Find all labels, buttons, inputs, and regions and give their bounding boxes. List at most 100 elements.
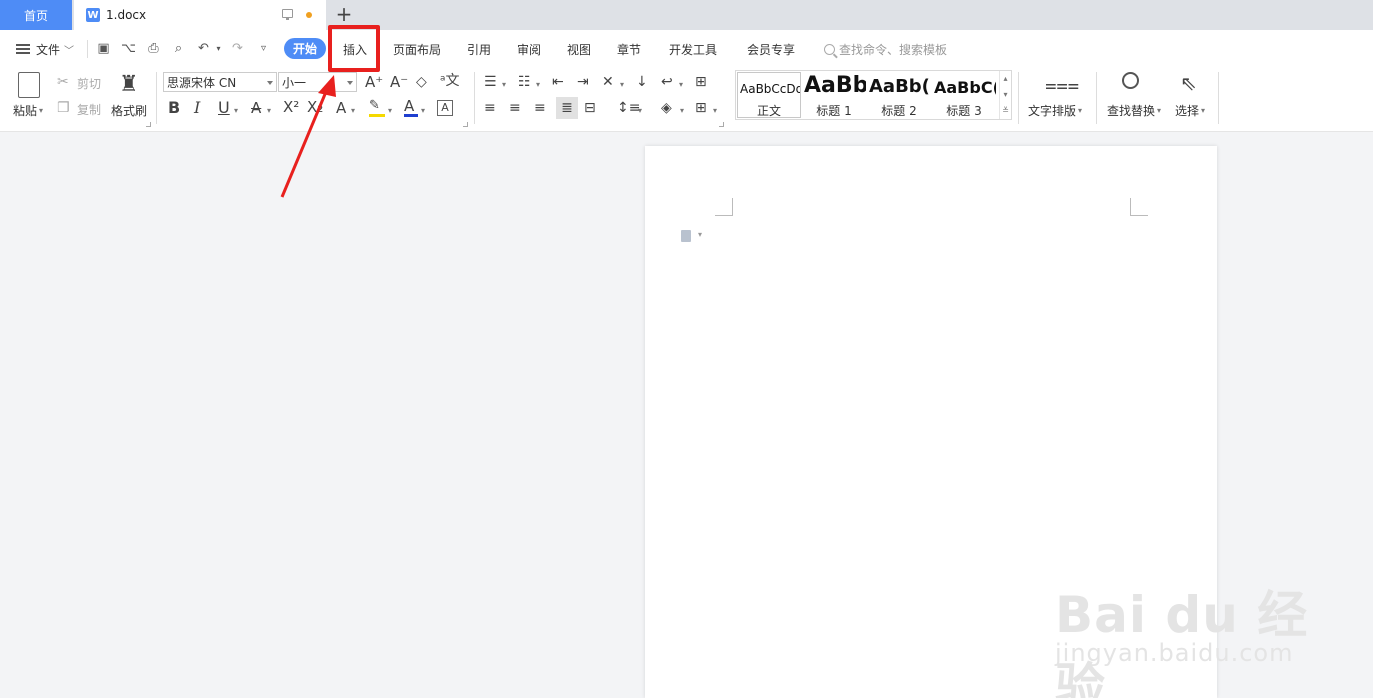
show-marks-icon[interactable]: ↩ [661, 74, 673, 90]
highlight-icon[interactable]: ✎ [369, 98, 380, 114]
font-color-icon[interactable]: A [404, 98, 414, 114]
hamburger-icon[interactable] [16, 44, 30, 54]
ruler-icon[interactable]: ⊞ [695, 74, 707, 90]
style-heading-1[interactable]: AaBb 标题 1 [802, 71, 866, 119]
style-heading-3-label: 标题 3 [946, 104, 982, 118]
tab-review[interactable]: 审阅 [517, 39, 541, 59]
text-layout-button[interactable]: 文字排版 ▾ [1028, 102, 1082, 119]
command-search[interactable]: 查找命令、搜索模板 [824, 39, 947, 59]
font-name-dropdown[interactable]: 思源宋体 CN [163, 72, 277, 92]
find-replace-icon[interactable] [1122, 72, 1144, 94]
menu-file-label: 文件 [36, 42, 61, 57]
copy-button[interactable]: 复制 [77, 101, 101, 118]
find-replace-button[interactable]: 查找替换 ▾ [1107, 102, 1161, 119]
format-painter-button[interactable]: 格式刷 [111, 102, 147, 119]
customize-toolbar-icon[interactable]: ▿ [256, 41, 271, 56]
chinese-layout-dropdown-icon[interactable]: ▾ [620, 77, 624, 93]
phonetic-guide-icon[interactable]: ᵃ文 [440, 73, 459, 89]
style-heading-1-label: 标题 1 [816, 104, 852, 118]
italic-button[interactable]: I [194, 100, 200, 116]
borders-dropdown-icon[interactable]: ▾ [713, 103, 717, 119]
underline-button[interactable]: U [218, 100, 230, 116]
scroll-down-icon[interactable]: ▾ [1000, 87, 1011, 103]
show-marks-dropdown-icon[interactable]: ▾ [679, 77, 683, 93]
style-heading-2[interactable]: AaBb( 标题 2 [867, 71, 931, 119]
shading-icon[interactable]: ◈ [661, 100, 672, 116]
font-color-dropdown-icon[interactable]: ▾ [421, 103, 425, 119]
align-center-icon[interactable]: ≡ [509, 100, 521, 116]
menu-file[interactable]: 文件 ﹀ [36, 39, 74, 59]
tab-home[interactable]: 首页 [0, 0, 72, 30]
tab-developer[interactable]: 开发工具 [669, 39, 717, 59]
cut-button[interactable]: 剪切 [77, 75, 101, 92]
highlight-dropdown-icon[interactable]: ▾ [388, 103, 392, 119]
format-paint-icon[interactable]: ⌥ [121, 41, 136, 56]
scroll-up-icon[interactable]: ▴ [1000, 71, 1011, 87]
numbered-list-dropdown-icon[interactable]: ▾ [536, 77, 540, 93]
chinese-layout-icon[interactable]: ✕ [602, 74, 614, 90]
tab-page-layout[interactable]: 页面布局 [393, 39, 441, 59]
bold-button[interactable]: B [168, 100, 180, 116]
undo-icon[interactable]: ↶ [196, 41, 211, 56]
style-heading-1-preview: AaBb [804, 73, 866, 98]
text-effect-dropdown-icon[interactable]: ▾ [351, 103, 355, 119]
tab-references[interactable]: 引用 [467, 39, 491, 59]
find-replace-label: 查找替换 [1107, 104, 1156, 118]
document-options-dropdown-icon[interactable]: ▾ [698, 230, 702, 239]
strikethrough-icon[interactable]: A [251, 100, 261, 116]
select-button[interactable]: 选择 ▾ [1175, 102, 1205, 119]
monitor-icon[interactable] [282, 9, 293, 20]
clipboard-group-launcher[interactable] [146, 122, 151, 127]
font-group-launcher[interactable] [463, 122, 468, 127]
divider [474, 72, 475, 124]
highlight-color-bar [369, 114, 385, 117]
line-spacing-dropdown-icon[interactable]: ▾ [638, 103, 642, 119]
text-layout-icon[interactable]: ⩶ [1045, 73, 1079, 95]
tab-document[interactable]: W 1.docx [74, 0, 326, 30]
style-normal[interactable]: AaBbCcDd 正文 [737, 72, 801, 118]
underline-dropdown-icon[interactable]: ▾ [234, 103, 238, 119]
text-layout-dropdown-icon: ▾ [1078, 106, 1083, 115]
line-spacing-icon[interactable]: ↕≡ [617, 100, 640, 116]
print-icon[interactable]: ⎙ [146, 41, 161, 56]
align-left-icon[interactable]: ≡ [484, 100, 496, 116]
style-heading-3[interactable]: AaBbC( 标题 3 [932, 71, 996, 119]
paragraph-group-launcher[interactable] [719, 122, 724, 127]
justify-icon[interactable]: ≣ [556, 97, 578, 119]
redo-icon[interactable]: ↷ [230, 41, 245, 56]
grow-font-icon[interactable]: A⁺ [365, 74, 383, 90]
char-border-icon[interactable]: A [437, 100, 453, 116]
paste-icon[interactable] [18, 72, 40, 98]
decrease-indent-icon[interactable]: ⇤ [552, 74, 564, 90]
numbered-list-icon[interactable]: ☷ [518, 74, 531, 90]
borders-icon[interactable]: ⊞ [695, 100, 707, 116]
increase-indent-icon[interactable]: ⇥ [577, 74, 589, 90]
format-painter-icon[interactable]: ♜ [119, 72, 139, 98]
margin-marker-right [1130, 198, 1148, 216]
styles-gallery: AaBbCcDd 正文 AaBb 标题 1 AaBb( 标题 2 AaBbC( … [735, 70, 1012, 120]
undo-dropdown-icon[interactable]: ▾ [211, 41, 226, 56]
distributed-align-icon[interactable]: ⊟ [584, 100, 596, 116]
paste-button[interactable]: 粘贴 ▾ [13, 102, 43, 119]
new-tab-button[interactable]: + [335, 3, 353, 25]
scissors-icon[interactable]: ✂ [57, 74, 69, 90]
styles-scroll[interactable]: ▴ ▾ ≚ [999, 71, 1011, 119]
align-right-icon[interactable]: ≡ [534, 100, 546, 116]
sort-icon[interactable]: ↓ [636, 74, 648, 90]
clear-format-icon[interactable]: ◇ [416, 74, 427, 90]
bullet-list-dropdown-icon[interactable]: ▾ [502, 77, 506, 93]
tab-start[interactable]: 开始 [284, 38, 326, 59]
print-preview-icon[interactable]: ⌕ [171, 41, 186, 56]
copy-icon[interactable]: ❐ [57, 100, 70, 116]
shrink-font-icon[interactable]: A⁻ [390, 74, 408, 90]
expand-styles-icon[interactable]: ≚ [1000, 103, 1011, 119]
tab-section[interactable]: 章节 [617, 39, 641, 59]
bullet-list-icon[interactable]: ☰ [484, 74, 497, 90]
tab-view[interactable]: 视图 [567, 39, 591, 59]
cursor-arrow-icon[interactable]: ⇖ [1180, 72, 1197, 94]
chevron-down-icon: ﹀ [64, 45, 75, 57]
document-icon[interactable] [681, 230, 691, 242]
shading-dropdown-icon[interactable]: ▾ [680, 103, 684, 119]
save-icon[interactable]: ▣ [96, 41, 111, 56]
tab-membership[interactable]: 会员专享 [747, 39, 795, 59]
